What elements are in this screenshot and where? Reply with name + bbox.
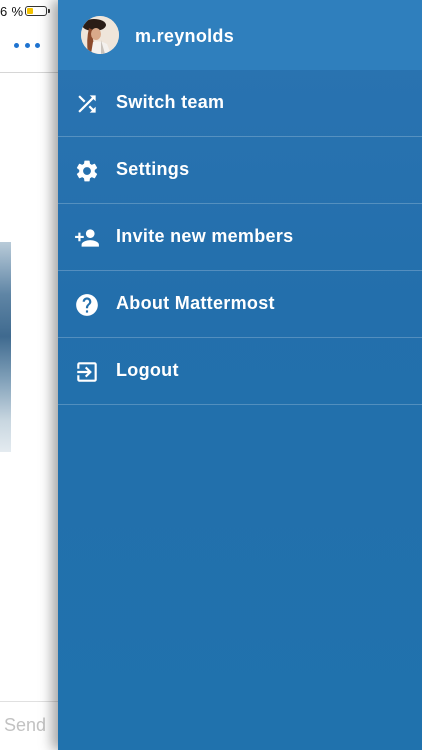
divider	[0, 72, 58, 73]
dot-icon	[35, 42, 40, 48]
menu-item-about[interactable]: About Mattermost	[58, 271, 422, 338]
battery-tip	[48, 9, 50, 13]
screen: 6 % Send m.reynolds Switch team Settings…	[0, 0, 422, 750]
battery-percent: 6 %	[0, 4, 24, 19]
menu-label: Switch team	[116, 92, 225, 112]
drawer-header[interactable]: m.reynolds	[58, 0, 422, 70]
menu-item-settings[interactable]: Settings	[58, 137, 422, 204]
divider	[0, 701, 58, 702]
logout-icon	[74, 359, 100, 385]
menu-item-logout[interactable]: Logout	[58, 338, 422, 405]
channel-view: 6 % Send	[0, 0, 58, 750]
send-button[interactable]: Send	[4, 715, 46, 736]
switch-team-icon	[74, 91, 100, 117]
battery-icon	[25, 6, 47, 16]
menu-label: About Mattermost	[116, 293, 275, 313]
username[interactable]: m.reynolds	[135, 26, 234, 47]
menu-label: Logout	[116, 360, 179, 380]
menu-item-switch-team[interactable]: Switch team	[58, 70, 422, 137]
more-options-button[interactable]	[14, 37, 40, 53]
post-image[interactable]	[0, 242, 11, 452]
question-circle-icon	[74, 292, 100, 318]
add-user-icon	[74, 225, 100, 251]
avatar[interactable]	[81, 16, 119, 54]
settings-drawer: m.reynolds Switch team Settings Invite n…	[58, 0, 422, 750]
menu-label: Settings	[116, 159, 190, 179]
dot-icon	[14, 42, 19, 48]
menu-item-invite-members[interactable]: Invite new members	[58, 204, 422, 271]
dot-icon	[24, 42, 30, 48]
menu-label: Invite new members	[116, 226, 294, 246]
battery-level-fill	[27, 8, 33, 14]
gear-icon	[74, 158, 100, 184]
